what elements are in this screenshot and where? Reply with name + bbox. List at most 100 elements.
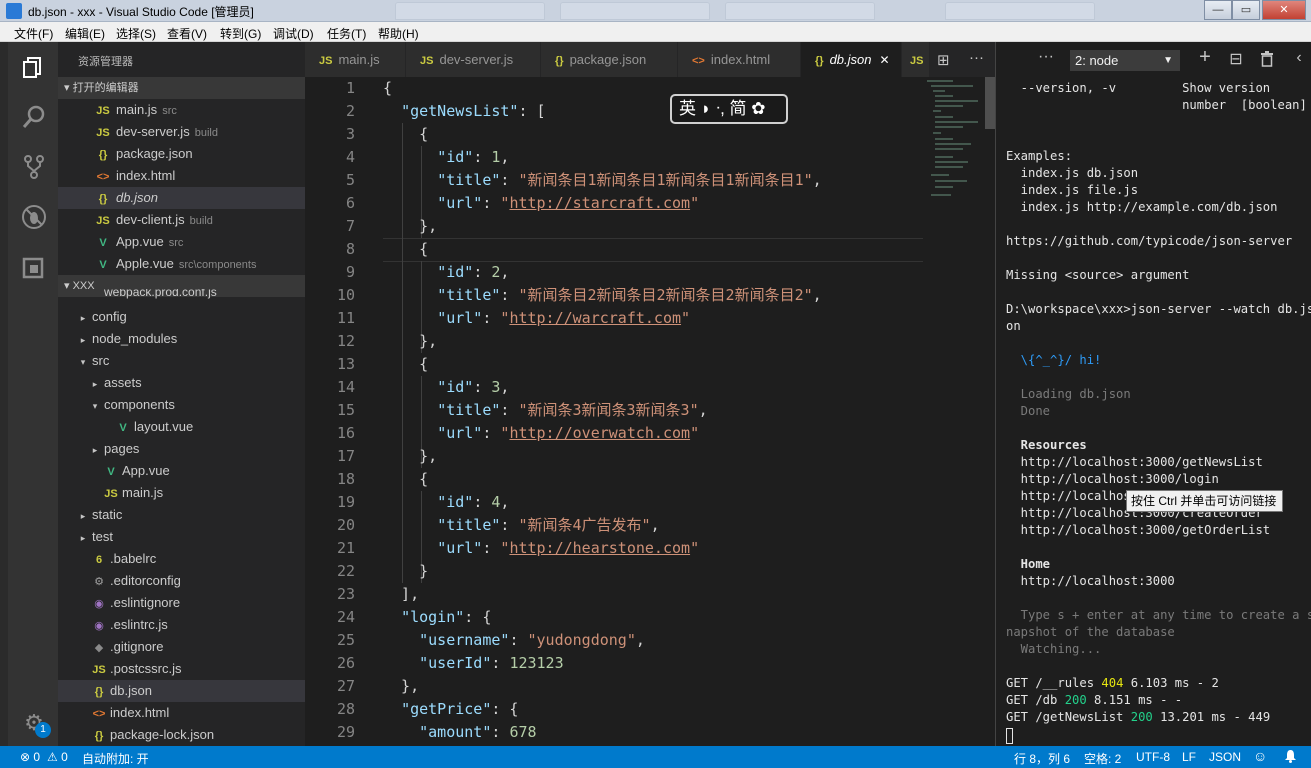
file-name: main.js [122, 485, 164, 500]
open-editor-item[interactable]: {} db.json [58, 187, 305, 209]
menu-go[interactable]: 转到(G) [220, 25, 261, 42]
line-number: 24 [336, 608, 355, 626]
status-auto-attach[interactable]: 自动附加: 开 [82, 750, 149, 767]
tree-item[interactable]: ◉ .eslintrc.js [58, 614, 305, 636]
js-file-icon: JS [420, 55, 434, 67]
tab-db-json[interactable]: {} db.json ✕ [801, 42, 902, 77]
tree-item[interactable]: ▸ pages [58, 438, 305, 460]
open-editor-item[interactable]: JS dev-client.js build [58, 209, 305, 231]
terminal-line[interactable]: http://localhost:3000/getOrderList [1006, 522, 1270, 539]
line-number: 7 [345, 217, 355, 235]
open-editor-item[interactable]: V Apple.vue src\components [58, 253, 305, 275]
menu-view[interactable]: 查看(V) [167, 25, 207, 42]
open-editor-item[interactable]: <> index.html [58, 165, 305, 187]
tree-item[interactable]: ⚙ .editorconfig [58, 570, 305, 592]
json-url-link[interactable]: http://hearstone.com [509, 539, 690, 557]
terminal-line[interactable]: http://localhost:3000/getNewsList [1006, 454, 1263, 471]
terminal-line[interactable]: http://localhost:3000/login [1006, 471, 1219, 488]
kill-terminal-icon[interactable] [1257, 51, 1277, 70]
json-url-link[interactable]: http://warcraft.com [509, 309, 681, 327]
split-terminal-icon[interactable]: ⊟ [1226, 49, 1246, 69]
tree-item[interactable]: 6 .babelrc [58, 548, 305, 570]
status-eol[interactable]: LF [1182, 750, 1196, 764]
status-warnings[interactable]: ⚠ 0 [47, 750, 68, 764]
tree-item[interactable]: {} package-lock.json [58, 724, 305, 746]
tree-item[interactable]: Vlayout.vue [58, 416, 305, 438]
menu-help[interactable]: 帮助(H) [378, 25, 419, 42]
tree-item[interactable]: ▾ components [58, 394, 305, 416]
json-url-link[interactable]: http://starcraft.com [509, 194, 690, 212]
tab-package-json[interactable]: {} package.json [541, 42, 678, 77]
sidebar-title: 资源管理器 [78, 56, 133, 68]
tree-item[interactable]: ▸ config [58, 306, 305, 328]
tree-item[interactable]: <> index.html [58, 702, 305, 724]
tree-item[interactable]: ◆ .gitignore [58, 636, 305, 658]
terminal-line[interactable]: index.js http://example.com/db.json [1006, 199, 1278, 216]
tab-close-icon[interactable]: ✕ [879, 53, 889, 67]
tree-item[interactable]: {} db.json [58, 680, 305, 702]
status-indentation[interactable]: 空格: 2 [1084, 750, 1121, 767]
tree-item[interactable]: V App.vue [58, 460, 305, 482]
menu-selection[interactable]: 选择(S) [116, 25, 156, 42]
vue-file-icon: V [119, 422, 127, 434]
tab-dev-server-js[interactable]: JS dev-server.js [406, 42, 541, 77]
tab-index-html[interactable]: <> index.html [678, 42, 801, 77]
config-file-icon: ⚙ [94, 576, 104, 588]
terminal-select[interactable]: 2: node ▼ [1070, 50, 1180, 71]
code-editor[interactable]: 1 {2 "getNewsList": [3 {4 "id": 1, 5 "titl… [305, 77, 995, 746]
open-editor-item[interactable]: {} package.json [58, 143, 305, 165]
status-errors[interactable]: ⊗ 0 [20, 750, 40, 764]
menu-edit[interactable]: 编辑(E) [65, 25, 105, 42]
tree-item[interactable]: JS .postcssrc.js [58, 658, 305, 680]
debug-icon[interactable] [21, 204, 47, 230]
extensions-icon[interactable] [21, 254, 47, 280]
tree-item[interactable]: ▸ node_modules [58, 328, 305, 350]
source-control-icon[interactable] [21, 154, 47, 180]
status-encoding[interactable]: UTF-8 [1136, 750, 1170, 764]
explorer-icon[interactable] [21, 54, 47, 80]
terminal-line: \{^_^}/ hi! [1006, 353, 1102, 367]
status-cursor-position[interactable]: 行 8，列 6 [1014, 750, 1070, 767]
tree-item[interactable]: JS main.js [58, 482, 305, 504]
split-editor-icon[interactable]: ⊞ [937, 51, 950, 69]
open-editor-item[interactable]: JS main.js src [58, 99, 305, 121]
feedback-icon[interactable]: ☺ [1253, 748, 1267, 764]
tab-main-js[interactable]: JS main.js [305, 42, 406, 77]
line-number: 11 [336, 309, 355, 327]
menu-file[interactable]: 文件(F) [14, 25, 53, 42]
search-icon[interactable] [21, 104, 47, 130]
file-name: main.js [116, 102, 158, 117]
menu-debug[interactable]: 调试(D) [273, 25, 314, 42]
tab-overflow[interactable]: JS [902, 42, 930, 77]
http-status-code: 200 [1064, 693, 1087, 707]
menu-tasks[interactable]: 任务(T) [327, 25, 366, 42]
tree-item[interactable]: ◉ .eslintignore [58, 592, 305, 614]
json-url-link[interactable]: http://overwatch.com [509, 424, 690, 442]
collapse-panel-icon[interactable]: ‹ [1289, 49, 1309, 67]
open-editors-header[interactable]: ▾ 打开的编辑器 [58, 77, 305, 99]
punctuation: : [500, 286, 519, 304]
close-button[interactable]: ✕ [1262, 0, 1306, 20]
open-editor-item[interactable]: V App.vue src [58, 231, 305, 253]
punctuation [383, 309, 437, 327]
more-icon[interactable]: ··· [1036, 48, 1056, 66]
tree-item[interactable]: ▸ static [58, 504, 305, 526]
maximize-button[interactable]: ▭ [1232, 0, 1260, 20]
tree-item[interactable]: ▸ test [58, 526, 305, 548]
more-actions-icon[interactable]: ··· [969, 49, 984, 66]
terminal[interactable]: --version, -v Show version number [boole… [995, 77, 1311, 746]
tree-item[interactable]: ▸ assets [58, 372, 305, 394]
tree-item[interactable]: ▾ src [58, 350, 305, 372]
status-language[interactable]: JSON [1209, 750, 1241, 764]
add-terminal-icon[interactable]: + [1195, 46, 1215, 69]
terminal-line: D:\workspace\xxx>json-server --watch db.… [1006, 302, 1311, 316]
open-editor-item[interactable]: JS dev-server.js build [58, 121, 305, 143]
minimize-button[interactable]: — [1204, 0, 1232, 20]
line-number: 6 [345, 194, 355, 212]
terminal-line[interactable]: https://github.com/typicode/json-server [1006, 233, 1292, 250]
ime-toolbar[interactable]: 英 ◗ ᐧ, 简 ✿ [670, 94, 788, 124]
line-number: 18 [336, 470, 355, 488]
notifications-icon[interactable] [1284, 749, 1297, 766]
terminal-line[interactable]: http://localhost:3000 [1006, 573, 1175, 590]
editor-scrollbar[interactable] [985, 77, 995, 129]
